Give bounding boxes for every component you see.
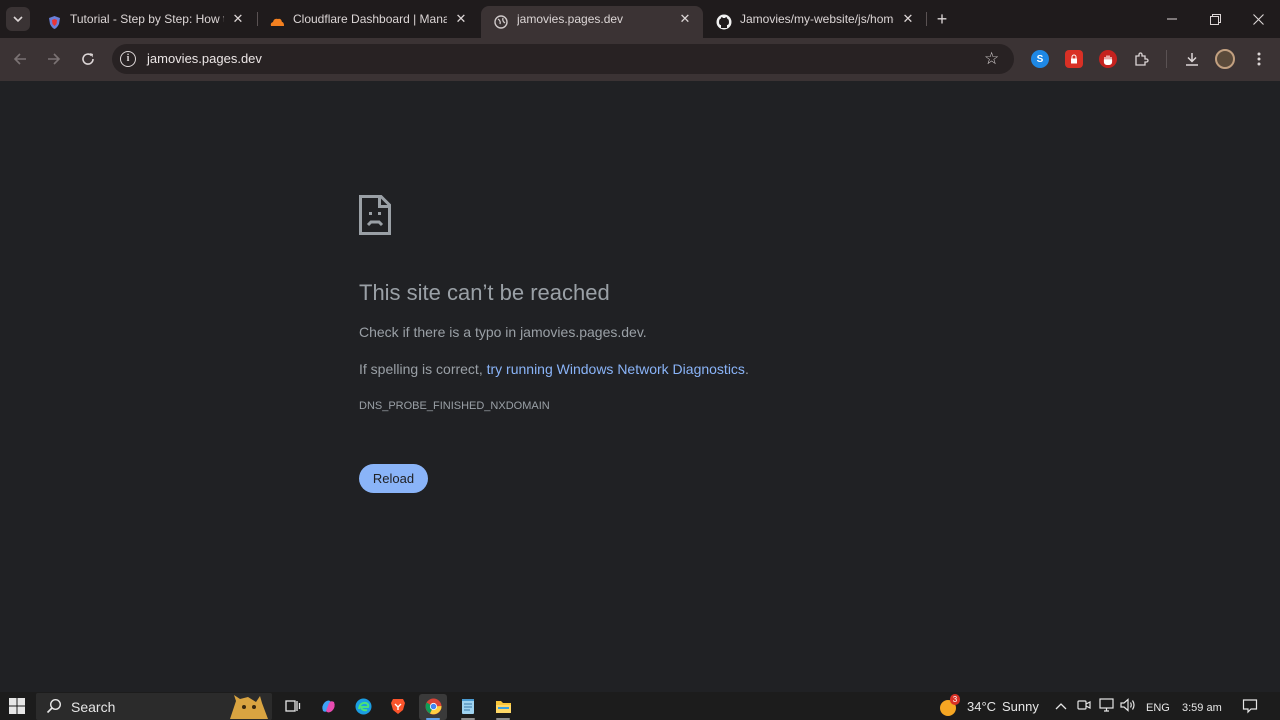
downloads-button[interactable] — [1181, 48, 1203, 70]
github-icon — [716, 14, 732, 30]
download-icon — [1186, 53, 1198, 66]
diagnostics-prefix: If spelling is correct, — [359, 361, 487, 377]
tab-separator — [926, 12, 927, 26]
refresh-icon — [82, 53, 94, 65]
task-view-icon — [285, 700, 301, 712]
tab-tutorial[interactable]: Tutorial - Step by Step: How to ✕ — [34, 6, 256, 38]
error-diagnostics-hint: If spelling is correct, try running Wind… — [359, 360, 749, 378]
chrome-app-icon[interactable] — [424, 697, 442, 715]
language-indicator[interactable]: ENG — [1146, 700, 1170, 716]
reload-toolbar-button[interactable] — [77, 48, 99, 70]
skype-extension-icon[interactable]: S — [1031, 50, 1049, 68]
chevron-down-icon — [13, 16, 23, 23]
clock[interactable]: 3:59 am — [1182, 700, 1222, 716]
toolbar-separator — [1166, 50, 1167, 68]
sad-document-icon — [359, 195, 391, 235]
reload-button[interactable]: Reload — [359, 464, 428, 493]
tab-title: jamovies.pages.dev — [517, 12, 624, 26]
diagnostics-link[interactable]: try running Windows Network Diagnostics — [487, 361, 745, 377]
site-info-icon[interactable]: i — [120, 51, 136, 67]
start-button[interactable] — [8, 697, 26, 715]
tab-title: Tutorial - Step by Step: How to — [70, 12, 224, 26]
hand-extension-icon[interactable] — [1099, 50, 1117, 68]
close-icon — [1252, 13, 1264, 25]
lock-extension-icon[interactable] — [1065, 50, 1083, 68]
error-typo-hint: Check if there is a typo in jamovies.pag… — [359, 324, 647, 340]
arrow-left-icon — [13, 53, 26, 65]
close-tab-icon[interactable]: ✕ — [453, 11, 469, 27]
restore-button[interactable] — [1193, 0, 1237, 38]
minimize-icon — [1167, 18, 1177, 20]
forward-button[interactable] — [43, 48, 65, 70]
diagnostics-suffix: . — [744, 361, 749, 377]
notifications-icon[interactable] — [1241, 698, 1259, 718]
address-url[interactable]: jamovies.pages.dev — [147, 51, 262, 67]
page-content — [0, 81, 1280, 692]
weather-temperature[interactable]: 34°C — [967, 699, 996, 715]
menu-button[interactable] — [1248, 48, 1270, 70]
extensions-button[interactable] — [1131, 48, 1153, 70]
close-tab-icon[interactable]: ✕ — [677, 11, 693, 27]
edge-app-icon[interactable] — [354, 697, 372, 715]
more-vertical-icon — [1257, 52, 1261, 66]
minimize-button[interactable] — [1150, 0, 1194, 38]
error-code: DNS_PROBE_FINISHED_NXDOMAIN — [359, 400, 550, 412]
tab-search-button[interactable] — [6, 7, 30, 31]
globe-icon — [493, 14, 509, 30]
windows-logo-icon — [9, 698, 25, 714]
shield-logo-icon — [46, 14, 62, 30]
weather-badge: 3 — [950, 694, 960, 705]
task-view-button[interactable] — [284, 697, 302, 715]
tab-jamovies[interactable]: jamovies.pages.dev ✕ — [481, 6, 703, 38]
cloudflare-icon — [269, 14, 285, 30]
search-icon — [46, 698, 62, 714]
network-icon[interactable] — [1098, 698, 1114, 716]
copilot-app-icon[interactable] — [319, 697, 337, 715]
tab-github[interactable]: Jamovies/my-website/js/home.j ✕ — [704, 6, 926, 38]
error-title: This site can’t be reached — [359, 280, 610, 305]
restore-icon — [1209, 13, 1221, 25]
close-tab-icon[interactable]: ✕ — [230, 11, 246, 27]
notepad-app-icon[interactable] — [459, 697, 477, 715]
bookmark-star-icon[interactable]: ☆ — [984, 49, 999, 69]
tab-cloudflare[interactable]: Cloudflare Dashboard | Manage ✕ — [257, 6, 479, 38]
arrow-right-icon — [48, 53, 61, 65]
profile-avatar[interactable] — [1215, 49, 1235, 69]
tab-title: Cloudflare Dashboard | Manage — [293, 12, 447, 26]
tab-strip: Tutorial - Step by Step: How to ✕ Cloudf… — [0, 0, 1280, 38]
tab-title: Jamovies/my-website/js/home.j — [740, 12, 894, 26]
taskbar-search-label: Search — [71, 699, 116, 715]
new-tab-button[interactable]: + — [933, 10, 951, 28]
volume-icon[interactable] — [1120, 698, 1136, 716]
chevron-up-icon[interactable] — [1053, 698, 1069, 714]
close-tab-icon[interactable]: ✕ — [900, 11, 916, 27]
weather-description[interactable]: Sunny — [1002, 699, 1039, 715]
meet-now-icon[interactable] — [1076, 698, 1092, 716]
back-button[interactable] — [9, 48, 31, 70]
search-highlight-icon — [230, 695, 268, 719]
file-explorer-app-icon[interactable] — [494, 697, 512, 715]
puzzle-icon — [1135, 52, 1149, 66]
brave-app-icon[interactable] — [389, 697, 407, 715]
close-window-button[interactable] — [1236, 0, 1280, 38]
